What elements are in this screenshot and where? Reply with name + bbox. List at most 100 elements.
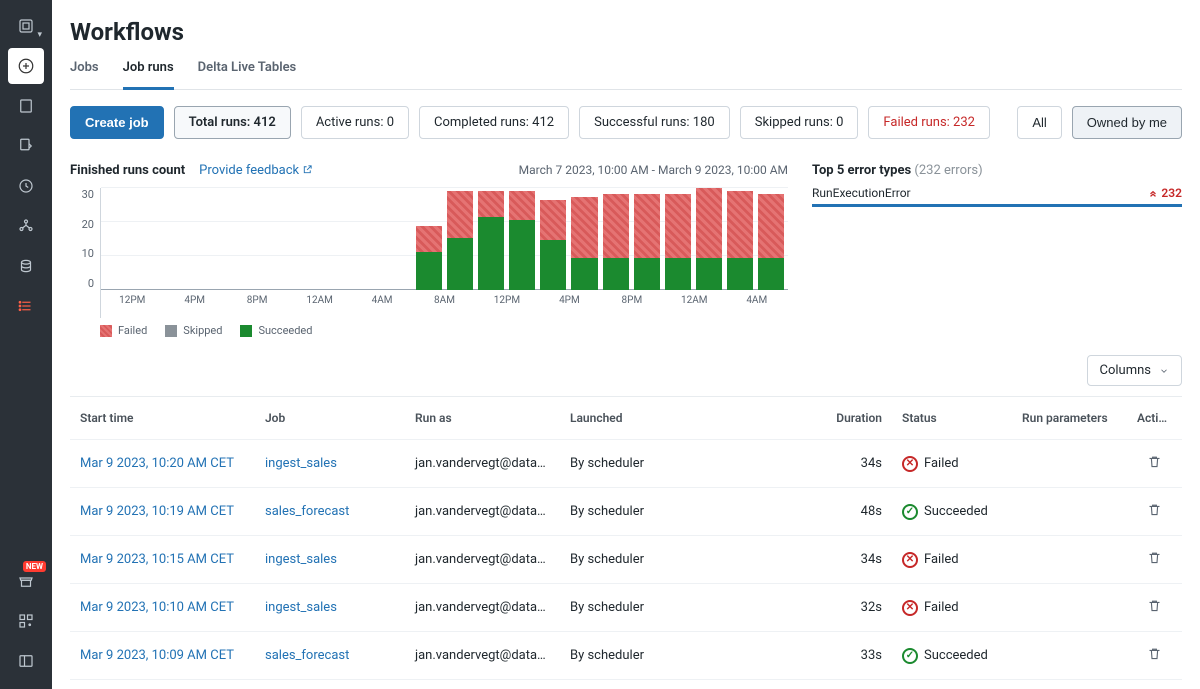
cell-start-time[interactable]: Mar 9 2023, 10:09 AM CET [70,634,255,677]
bar-succeeded[interactable] [727,258,753,290]
x-tick: 4AM [351,295,413,306]
cell-start-time[interactable]: Mar 9 2023, 10:05 AM CET [70,682,255,689]
rail-repos[interactable] [8,128,44,164]
rail-workflows[interactable] [8,288,44,324]
cell-runas: jan.vandervegt@databri... [405,490,560,533]
bar-failed[interactable] [416,226,442,252]
th-launched[interactable]: Launched [560,397,730,439]
stat-failed[interactable]: Failed runs: 232 [868,106,990,139]
rail-panel[interactable] [8,643,44,679]
bar-failed[interactable] [665,194,691,258]
delete-icon[interactable] [1147,598,1162,613]
cell-actions [1127,584,1182,631]
table-row: Mar 9 2023, 10:10 AM CETingest_salesjan.… [70,584,1182,632]
tab-jobs[interactable]: Jobs [70,60,99,89]
table-row: Mar 9 2023, 10:09 AM CETsales_forecastja… [70,632,1182,680]
bar-failed[interactable] [634,194,660,258]
rail-marketplace[interactable]: NEW [8,563,44,599]
th-job[interactable]: Job [255,397,405,439]
bar-failed[interactable] [447,191,473,238]
th-start[interactable]: Start time [70,397,255,439]
delete-icon[interactable] [1147,550,1162,565]
filter-owned-button[interactable]: Owned by me [1072,106,1182,139]
bar-succeeded[interactable] [665,258,691,290]
feedback-label: Provide feedback [199,163,299,178]
bar-failed[interactable] [696,188,722,258]
cell-job[interactable]: ingest_sales [255,682,405,689]
stat-success[interactable]: Successful runs: 180 [579,106,730,139]
bar-failed[interactable] [478,191,504,217]
th-actions[interactable]: Actions [1127,397,1182,439]
stat-completed[interactable]: Completed runs: 412 [419,106,569,139]
cell-actions [1127,536,1182,583]
cell-start-time[interactable]: Mar 9 2023, 10:20 AM CET [70,442,255,485]
filter-all-button[interactable]: All [1017,106,1061,139]
rail-search[interactable] [8,603,44,639]
stat-active[interactable]: Active runs: 0 [301,106,409,139]
bar-failed[interactable] [509,191,535,220]
status-icon: ✓ [902,648,918,664]
legend-label-failed: Failed [118,324,147,337]
cell-params [1012,594,1127,622]
error-row[interactable]: RunExecutionError 232 [812,186,1182,207]
feedback-link[interactable]: Provide feedback [199,163,313,178]
th-duration[interactable]: Duration [822,397,892,439]
bar-failed[interactable] [571,197,597,258]
x-tick: 4PM [163,295,225,306]
table-row: Mar 9 2023, 10:19 AM CETsales_forecastja… [70,488,1182,536]
bar-succeeded[interactable] [540,240,566,290]
th-runas[interactable]: Run as [405,397,560,439]
cell-params [1012,498,1127,526]
create-job-button[interactable]: Create job [70,106,164,139]
bar-succeeded[interactable] [447,238,473,290]
cell-job[interactable]: ingest_sales [255,586,405,629]
chart-range: March 7 2023, 10:00 AM - March 9 2023, 1… [519,163,788,177]
th-status[interactable]: Status [892,397,1012,439]
bar-failed[interactable] [540,200,566,241]
stat-skipped[interactable]: Skipped runs: 0 [740,106,859,139]
cell-start-time[interactable]: Mar 9 2023, 10:10 AM CET [70,586,255,629]
cell-start-time[interactable]: Mar 9 2023, 10:19 AM CET [70,490,255,533]
cell-job[interactable]: sales_forecast [255,490,405,533]
bar-failed[interactable] [758,194,784,258]
cell-status: ✕Failed [892,538,1012,582]
cell-job[interactable]: sales_forecast [255,634,405,677]
cell-start-time[interactable]: Mar 9 2023, 10:15 AM CET [70,538,255,581]
cell-job[interactable]: ingest_sales [255,442,405,485]
bar-succeeded[interactable] [509,220,535,290]
rail-data[interactable] [8,208,44,244]
bar-succeeded[interactable] [634,258,660,290]
tab-job-runs[interactable]: Job runs [123,60,174,90]
cell-job[interactable]: ingest_sales [255,538,405,581]
bar-failed[interactable] [727,191,753,258]
main-content: Workflows Jobs Job runs Delta Live Table… [52,0,1200,689]
bar-succeeded[interactable] [696,258,722,290]
rail-recents[interactable] [8,168,44,204]
bar-succeeded[interactable] [571,258,597,290]
cell-actions [1127,488,1182,535]
rail-compute[interactable] [8,248,44,284]
rail-new[interactable] [8,48,44,84]
delete-icon[interactable] [1147,454,1162,469]
bar-failed[interactable] [603,194,629,258]
bar-slot [260,188,286,290]
delete-icon[interactable] [1147,646,1162,661]
delete-icon[interactable] [1147,502,1162,517]
rail-workspace[interactable] [8,88,44,124]
bar-succeeded[interactable] [478,217,504,290]
bar-succeeded[interactable] [758,258,784,290]
columns-button[interactable]: Columns [1087,355,1183,386]
cell-status: ✓Succeeded [892,634,1012,678]
th-params[interactable]: Run parameters [1012,397,1127,439]
runs-chart: 30 20 10 0 12PM4PM8PM12AM4AM8AM12PM4PM8P… [70,188,788,318]
toolbar: Create job Total runs: 412 Active runs: … [70,106,1182,139]
stat-total[interactable]: Total runs: 412 [174,106,291,139]
cell-runas: jan.vandervegt@databri... [405,682,560,689]
rail-logo[interactable]: ▾ [8,8,44,44]
bar-slot [696,188,722,290]
bar-succeeded[interactable] [603,258,629,290]
bar-slot [167,188,193,290]
tab-dlt[interactable]: Delta Live Tables [198,60,297,89]
bar-succeeded[interactable] [416,252,442,290]
bar-slot [136,188,162,290]
